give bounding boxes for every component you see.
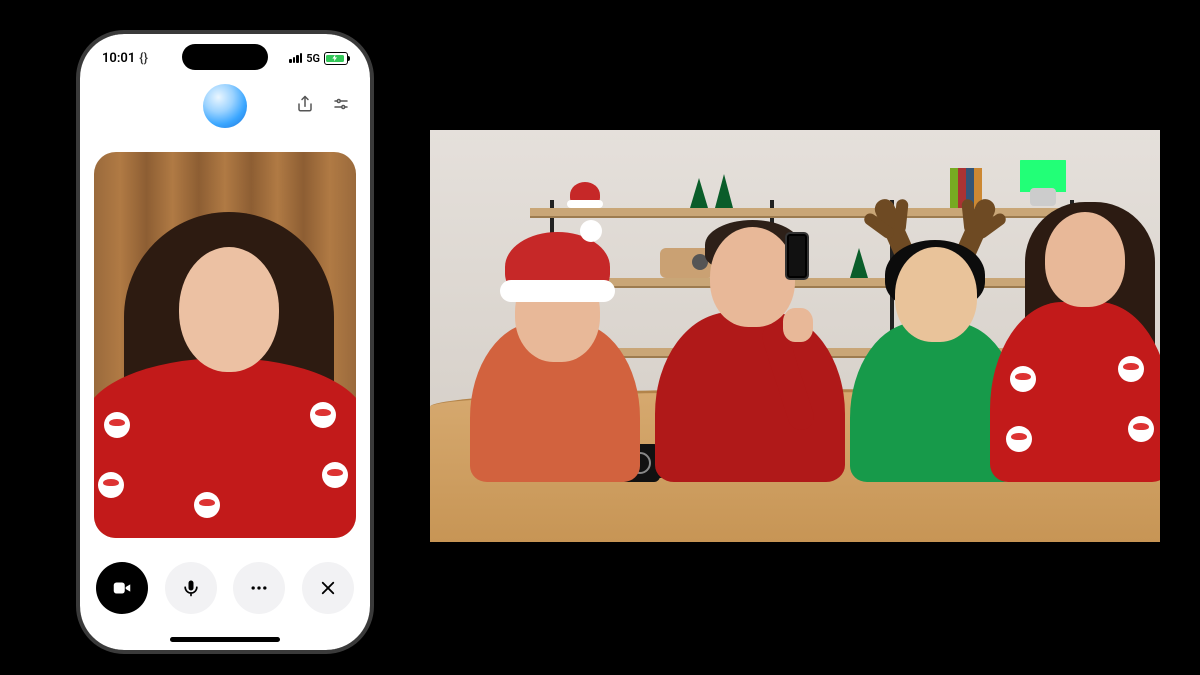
- video-button[interactable]: [96, 562, 148, 614]
- status-right-group: 5G: [289, 52, 348, 65]
- network-type: 5G: [306, 52, 320, 65]
- status-time-suffix: {}: [139, 51, 148, 66]
- mic-button[interactable]: [165, 562, 217, 614]
- assistant-avatar[interactable]: [203, 84, 247, 128]
- home-indicator[interactable]: [170, 637, 280, 642]
- person-2-holding-phone: [655, 202, 845, 482]
- camera-preview: [94, 152, 356, 538]
- presentation-stage: 10:01 {} 5G: [0, 0, 1200, 675]
- close-button[interactable]: [302, 562, 354, 614]
- status-time-group: 10:01 {}: [102, 51, 148, 66]
- battery-charging-bolt-icon: [331, 54, 339, 62]
- more-button[interactable]: [233, 562, 285, 614]
- room-scene: [430, 130, 1160, 542]
- person-4-santa-sweater: [990, 182, 1160, 482]
- sliders-icon[interactable]: [332, 95, 350, 117]
- held-phone-icon: [785, 232, 809, 280]
- iphone-screen: 10:01 {} 5G: [80, 34, 370, 650]
- call-controls: [80, 562, 370, 614]
- status-time: 10:01: [102, 51, 135, 66]
- iphone-frame: 10:01 {} 5G: [76, 30, 374, 654]
- person-1-santa-hat: [470, 222, 640, 482]
- dynamic-island: [182, 44, 268, 70]
- cellular-signal-icon: [289, 53, 302, 63]
- camera-subject: [94, 152, 356, 538]
- santa-hat-decor-icon: [570, 182, 600, 208]
- share-icon[interactable]: [296, 95, 314, 117]
- battery-icon: [324, 52, 348, 65]
